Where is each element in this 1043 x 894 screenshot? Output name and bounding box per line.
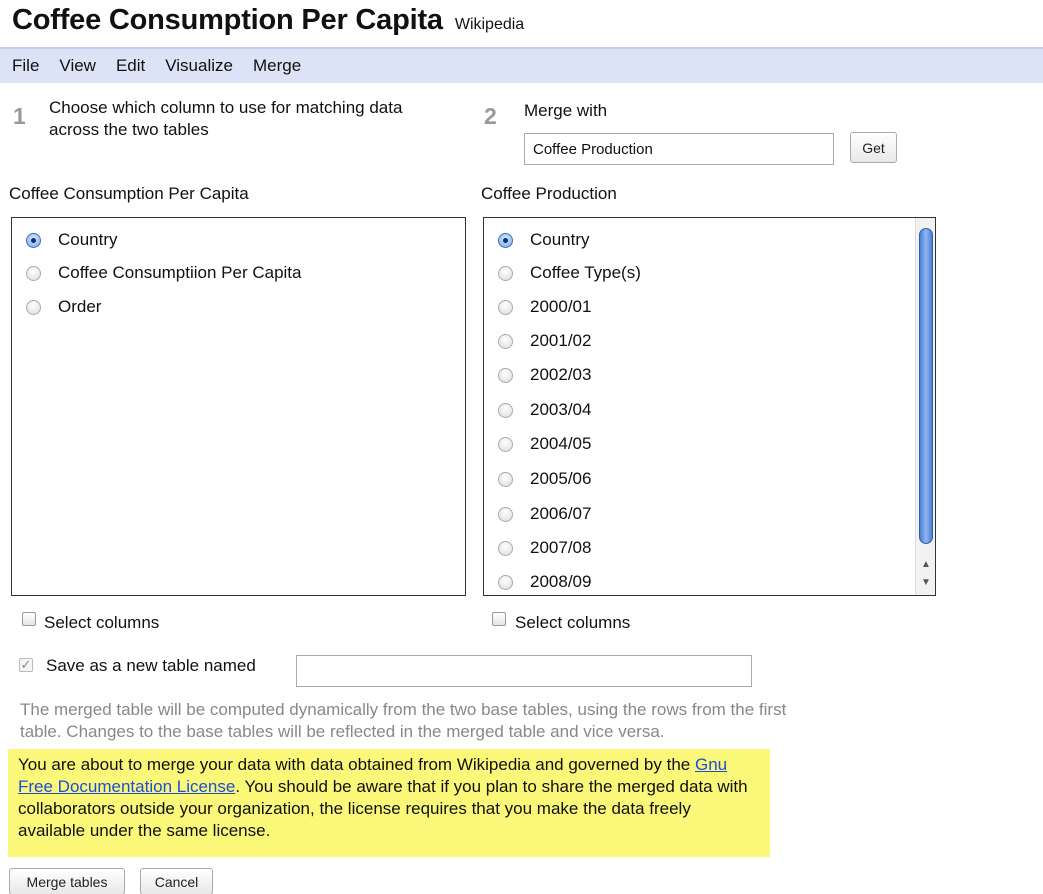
- right-select-columns-label: Select columns: [515, 613, 631, 632]
- radio[interactable]: [498, 333, 513, 349]
- right-option-2007-08[interactable]: 2007/08: [498, 536, 591, 560]
- option-label: 2008/09: [530, 572, 592, 591]
- radio-selected[interactable]: [26, 232, 41, 248]
- radio[interactable]: [498, 574, 513, 590]
- right-option-2005-06[interactable]: 2005/06: [498, 467, 591, 491]
- option-label: Coffee Type(s): [530, 263, 641, 282]
- license-warning: You are about to merge your data with da…: [8, 749, 770, 857]
- right-select-columns-checkbox[interactable]: [492, 612, 506, 626]
- left-table-heading: Coffee Consumption Per Capita: [9, 184, 249, 203]
- right-option-2006-07[interactable]: 2006/07: [498, 502, 591, 526]
- merge-with-label: Merge with: [524, 101, 608, 120]
- option-label: 2003/04: [530, 400, 592, 419]
- option-label: Country: [58, 230, 118, 249]
- menu-merge[interactable]: Merge: [253, 56, 301, 76]
- save-as-new-label: Save as a new table named: [46, 656, 256, 675]
- left-select-columns-label: Select columns: [44, 613, 160, 632]
- right-list-scrollbar[interactable]: ▲ ▼: [915, 218, 935, 595]
- option-label: Order: [58, 297, 102, 316]
- merge-with-input[interactable]: [524, 133, 834, 165]
- left-option-order[interactable]: Order: [26, 295, 101, 319]
- menu-visualize[interactable]: Visualize: [165, 56, 233, 76]
- left-option-coffee-consumption[interactable]: Coffee Consumptiion Per Capita: [26, 261, 302, 285]
- menu-file[interactable]: File: [12, 56, 39, 76]
- merge-info-text: The merged table will be computed dynami…: [20, 699, 920, 743]
- left-column-list: Country Coffee Consumptiion Per Capita O…: [11, 217, 466, 596]
- radio[interactable]: [498, 436, 513, 452]
- page-title: Coffee Consumption Per Capita: [12, 4, 443, 36]
- right-option-2000-01[interactable]: 2000/01: [498, 295, 591, 319]
- right-option-2004-05[interactable]: 2004/05: [498, 432, 591, 456]
- merge-info-line1: The merged table will be computed dynami…: [20, 700, 787, 719]
- radio[interactable]: [498, 367, 513, 383]
- option-label: 2006/07: [530, 504, 592, 523]
- scroll-up-arrow-icon[interactable]: ▲: [918, 556, 934, 572]
- scroll-thumb[interactable]: [919, 228, 933, 544]
- right-column-list: Country Coffee Type(s) 2000/01 2001/02 2…: [483, 217, 936, 596]
- option-label: 2000/01: [530, 297, 592, 316]
- option-label: 2002/03: [530, 365, 592, 384]
- menu-view[interactable]: View: [59, 56, 96, 76]
- cancel-button[interactable]: Cancel: [140, 868, 213, 894]
- source-label: Wikipedia: [454, 16, 525, 33]
- step-1-line2: across the two tables: [49, 120, 209, 139]
- right-table-heading: Coffee Production: [481, 184, 617, 203]
- right-option-2003-04[interactable]: 2003/04: [498, 398, 591, 422]
- option-label: 2007/08: [530, 538, 592, 557]
- right-option-country[interactable]: Country: [498, 228, 590, 252]
- right-option-2002-03[interactable]: 2002/03: [498, 363, 591, 387]
- left-option-country[interactable]: Country: [26, 228, 118, 252]
- radio[interactable]: [498, 471, 513, 487]
- option-label: Country: [530, 230, 590, 249]
- right-option-2008-09[interactable]: 2008/09: [498, 570, 591, 594]
- radio[interactable]: [498, 299, 513, 315]
- option-label: 2005/06: [530, 469, 592, 488]
- radio[interactable]: [498, 402, 513, 418]
- save-as-new-checkbox[interactable]: ✓: [19, 658, 33, 672]
- step-1-number: 1: [13, 103, 26, 129]
- radio[interactable]: [498, 506, 513, 522]
- radio-selected[interactable]: [498, 232, 513, 248]
- radio[interactable]: [26, 299, 41, 315]
- radio[interactable]: [498, 265, 513, 281]
- merge-info-line2: table. Changes to the base tables will b…: [20, 722, 665, 741]
- warning-text-before: You are about to merge your data with da…: [18, 755, 695, 774]
- option-label: 2001/02: [530, 331, 592, 350]
- right-option-coffee-types[interactable]: Coffee Type(s): [498, 261, 641, 285]
- title-bar: Coffee Consumption Per Capita Wikipedia: [12, 4, 524, 44]
- scroll-down-arrow-icon[interactable]: ▼: [918, 574, 934, 590]
- step-2-number: 2: [484, 103, 497, 129]
- merge-tables-button[interactable]: Merge tables: [9, 868, 125, 894]
- step-1-line1: Choose which column to use for matching …: [49, 98, 403, 117]
- left-select-columns-checkbox[interactable]: [22, 612, 36, 626]
- radio[interactable]: [498, 540, 513, 556]
- radio[interactable]: [26, 265, 41, 281]
- option-label: Coffee Consumptiion Per Capita: [58, 263, 302, 282]
- new-table-name-input[interactable]: [296, 655, 752, 687]
- get-button[interactable]: Get: [850, 132, 897, 163]
- menubar: File View Edit Visualize Merge: [0, 47, 1043, 83]
- option-label: 2004/05: [530, 434, 592, 453]
- menu-edit[interactable]: Edit: [116, 56, 145, 76]
- step-1-text: Choose which column to use for matching …: [49, 97, 402, 141]
- right-option-2001-02[interactable]: 2001/02: [498, 329, 591, 353]
